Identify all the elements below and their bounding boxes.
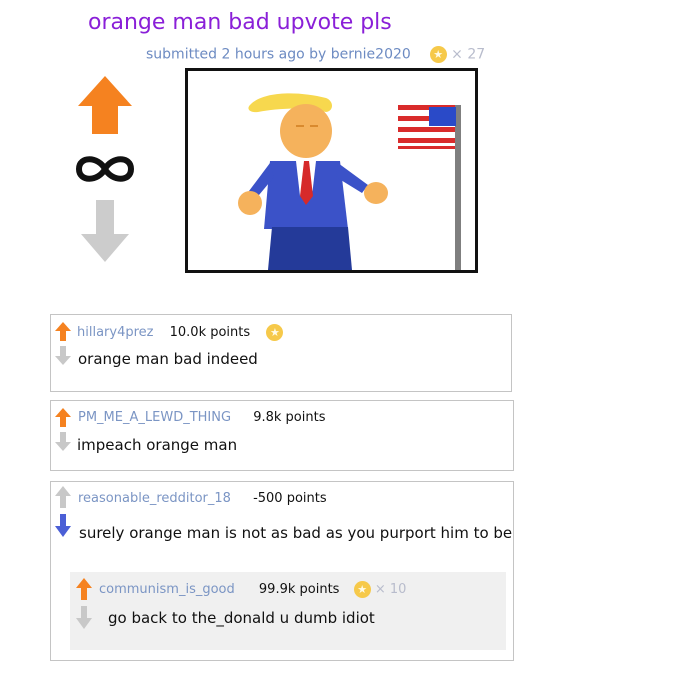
- gold-award-icon: ★: [353, 581, 371, 598]
- comment-3: reasonable_redditor_18 -500 points surel…: [50, 481, 514, 661]
- comment-upvote-icon[interactable]: [76, 578, 92, 600]
- comment-vote-column: [54, 486, 72, 542]
- comment-text: surely orange man is not as bad as you p…: [79, 524, 513, 542]
- comment-upvote-icon[interactable]: [55, 322, 71, 341]
- comment-text: impeach orange man: [77, 436, 238, 454]
- comment-downvote-icon[interactable]: [55, 514, 71, 537]
- comment-upvote-icon[interactable]: [55, 408, 71, 427]
- upvote-arrow-icon[interactable]: [78, 76, 132, 134]
- comment-downvote-icon[interactable]: [55, 346, 71, 365]
- comment-author[interactable]: communism_is_good: [99, 582, 235, 597]
- comment-author[interactable]: hillary4prez: [77, 325, 153, 340]
- comment-points: 10.0k points: [169, 325, 251, 340]
- comment-author[interactable]: reasonable_redditor_18: [78, 491, 231, 506]
- comment-1: hillary4prez 10.0k points ★ orange man b…: [50, 314, 512, 392]
- cartoon-figure: [238, 93, 388, 270]
- gold-count: × 27: [451, 46, 486, 63]
- post-title[interactable]: orange man bad upvote pls: [88, 10, 392, 35]
- comment-text: go back to the_donald u dumb idiot: [108, 609, 375, 627]
- comment-vote-column: [75, 578, 93, 634]
- comment-header: hillary4prez 10.0k points ★: [77, 324, 284, 341]
- comment-downvote-icon[interactable]: [76, 606, 92, 629]
- comment-header: communism_is_good 99.9k points ★ × 10: [99, 581, 406, 598]
- post-vote-column: [70, 74, 140, 274]
- comment-reply: communism_is_good 99.9k points ★ × 10 go…: [70, 572, 506, 650]
- post-image[interactable]: [185, 68, 478, 273]
- comment-author[interactable]: PM_ME_A_LEWD_THING: [78, 410, 231, 425]
- flag-pole: [455, 105, 461, 270]
- comment-points: 9.8k points: [253, 410, 326, 425]
- comment-upvote-icon[interactable]: [55, 486, 71, 508]
- comment-vote-column: [54, 322, 72, 370]
- gold-count: × 10: [374, 582, 407, 597]
- american-flag-icon: [398, 105, 456, 149]
- comment-text: orange man bad indeed: [78, 350, 258, 368]
- downvote-arrow-icon[interactable]: [81, 200, 129, 262]
- comment-header: PM_ME_A_LEWD_THING 9.8k points: [78, 410, 325, 425]
- comment-points: -500 points: [253, 491, 327, 506]
- infinity-score-icon: [75, 156, 135, 182]
- comment-header: reasonable_redditor_18 -500 points: [78, 491, 327, 506]
- gold-award-icon: ★: [266, 324, 284, 341]
- post-submitted-text: submitted 2 hours ago by bernie2020: [146, 46, 411, 63]
- comment-points: 99.9k points: [258, 582, 340, 597]
- comment-2: PM_ME_A_LEWD_THING 9.8k points impeach o…: [50, 400, 514, 471]
- post-meta: submitted 2 hours ago by bernie2020 ★ × …: [146, 46, 485, 63]
- comment-vote-column: [54, 408, 72, 456]
- comment-downvote-icon[interactable]: [55, 432, 71, 451]
- gold-award-icon: ★: [429, 46, 447, 63]
